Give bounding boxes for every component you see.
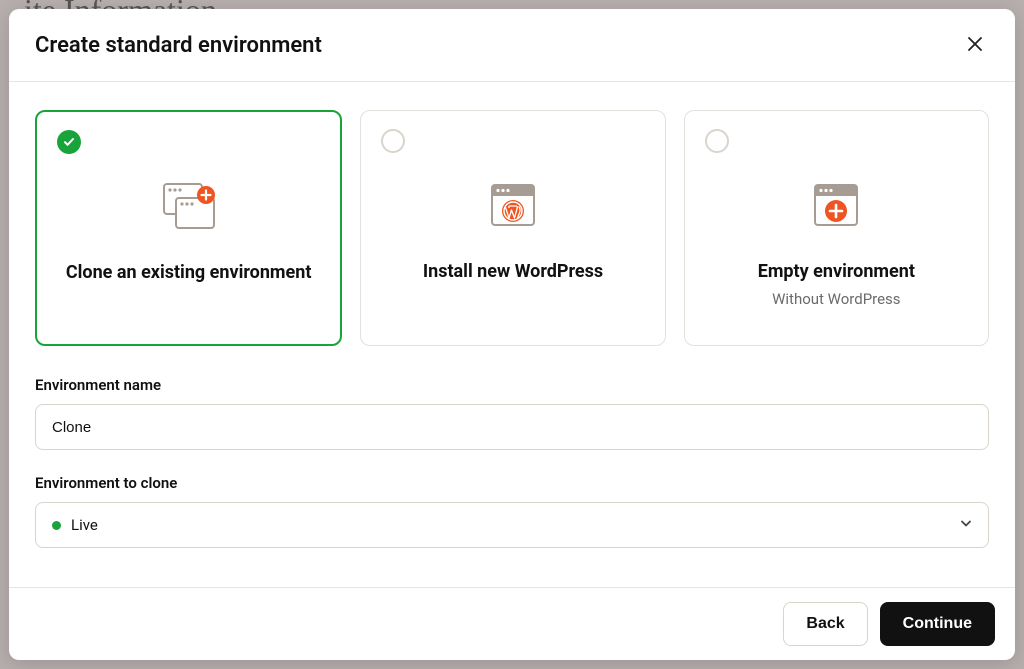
env-name-label: Environment name <box>35 376 989 394</box>
empty-window-icon <box>812 177 860 233</box>
option-card-title: Clone an existing environment <box>66 262 312 283</box>
modal-header: Create standard environment <box>9 9 1015 82</box>
env-name-field-group: Environment name <box>35 376 989 450</box>
radio-unchecked-icon <box>381 129 405 153</box>
env-clone-field-group: Environment to clone Live <box>35 474 989 548</box>
radio-unchecked-icon <box>705 129 729 153</box>
wordpress-window-icon <box>489 177 537 233</box>
modal-footer: Back Continue <box>9 587 1015 660</box>
env-clone-selected-value: Live <box>71 516 98 534</box>
status-dot-icon <box>52 521 61 530</box>
radio-checked-icon <box>57 130 81 154</box>
back-button[interactable]: Back <box>783 602 867 646</box>
modal-body: Clone an existing environment <box>9 82 1015 587</box>
close-button[interactable] <box>961 31 989 59</box>
option-card-clone[interactable]: Clone an existing environment <box>35 110 342 346</box>
continue-button[interactable]: Continue <box>880 602 995 646</box>
clone-windows-icon <box>161 178 217 234</box>
env-clone-select-wrap: Live <box>35 502 989 548</box>
env-clone-label: Environment to clone <box>35 474 989 492</box>
option-card-subtitle: Without WordPress <box>772 290 900 308</box>
option-card-title: Empty environment <box>758 261 915 282</box>
option-card-wordpress[interactable]: Install new WordPress <box>360 110 665 346</box>
modal-title: Create standard environment <box>35 33 322 58</box>
option-card-empty[interactable]: Empty environment Without WordPress <box>684 110 989 346</box>
option-card-row: Clone an existing environment <box>35 110 989 346</box>
option-card-title: Install new WordPress <box>423 261 603 282</box>
close-icon <box>968 36 982 54</box>
env-clone-select[interactable]: Live <box>35 502 989 548</box>
create-environment-modal: Create standard environment <box>9 9 1015 660</box>
env-name-input[interactable] <box>35 404 989 450</box>
